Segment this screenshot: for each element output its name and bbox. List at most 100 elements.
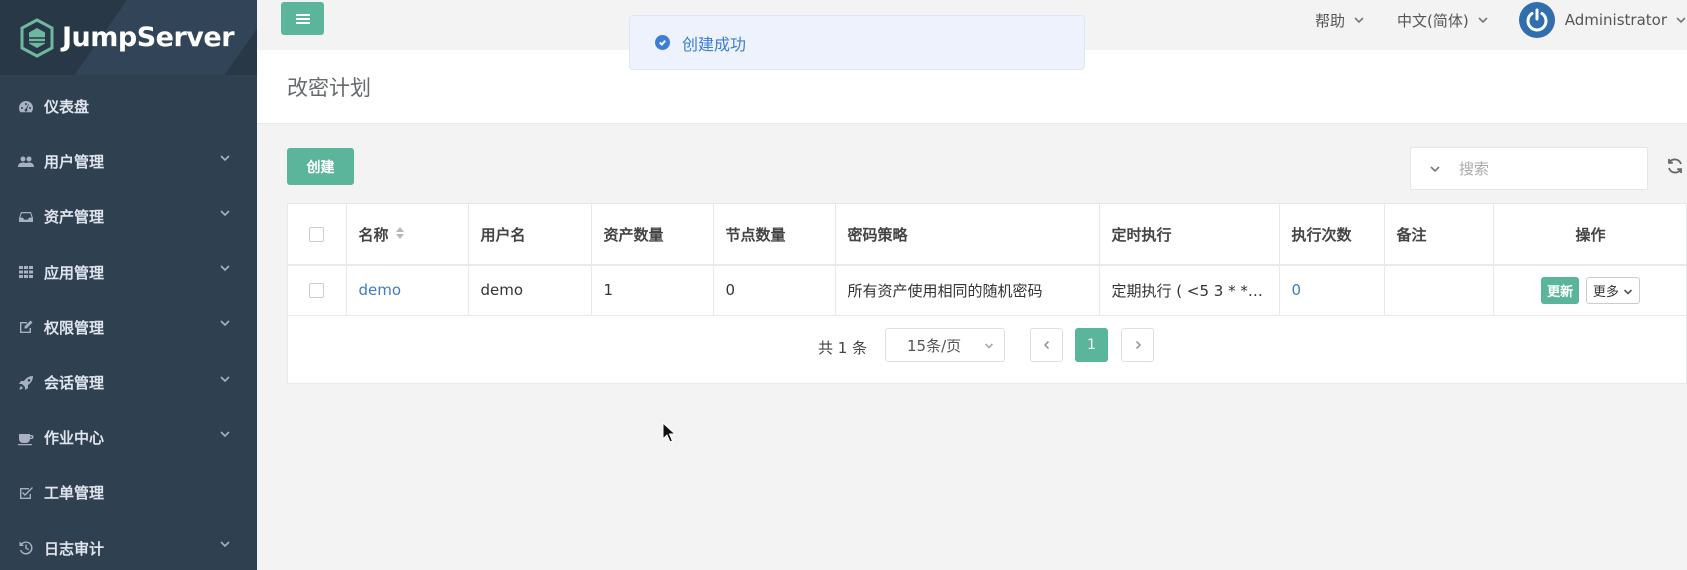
toast-message: 创建成功	[682, 34, 747, 54]
chevron-down-icon	[219, 317, 231, 333]
sidebar-item-label: 作业中心	[44, 429, 105, 448]
cell-username: demo	[468, 265, 592, 316]
sidebar-item-label: 工单管理	[44, 484, 105, 503]
column-header-name[interactable]: 名称	[346, 204, 469, 266]
sidebar: JumpServer 仪表盘 用户管理 资产管理 应用管理 权限管理 会话管理 …	[0, 0, 257, 570]
chevron-down-icon	[1623, 289, 1632, 295]
next-page-button[interactable]	[1121, 328, 1154, 362]
column-header-username: 用户名	[468, 204, 592, 266]
sidebar-item-label: 日志审计	[44, 539, 105, 558]
cell-schedule: 定期执行 ( <5 3 * * ...	[1099, 265, 1280, 316]
search-filter-dropdown[interactable]	[1429, 163, 1441, 175]
sidebar-item-jobs[interactable]: 作业中心	[0, 410, 257, 465]
chevron-down-icon	[1354, 17, 1364, 24]
exec-count-link[interactable]: 0	[1292, 281, 1302, 299]
grid-icon	[18, 264, 34, 280]
cell-actions: 更新 更多	[1493, 265, 1687, 316]
topbar-right: 帮助 中文(简体) Administrator	[1283, 0, 1687, 40]
column-header-node-count: 节点数量	[713, 204, 836, 266]
table-card: 名称 用户名 资产数量 节点数量 密码策略 定时执行 执行次数 备注 操作 de…	[287, 203, 1687, 384]
sidebar-item-tickets[interactable]: 工单管理	[0, 465, 257, 520]
page-number-current[interactable]: 1	[1075, 328, 1108, 362]
table-row: demo demo 1 0 所有资产使用相同的随机密码 定期执行 ( <5 3 …	[288, 265, 1687, 316]
coffee-icon	[18, 430, 34, 446]
chevron-down-icon	[219, 262, 231, 278]
jumpserver-logo-icon	[20, 17, 54, 58]
help-label: 帮助	[1315, 11, 1346, 30]
edit-icon	[18, 319, 34, 335]
chevron-down-icon	[219, 373, 231, 389]
search-box	[1410, 147, 1648, 190]
chevron-down-icon	[1676, 17, 1686, 24]
column-header-actions: 操作	[1493, 204, 1687, 266]
chevron-down-icon	[219, 207, 231, 223]
chevron-left-icon	[1043, 340, 1049, 350]
sidebar-item-assets[interactable]: 资产管理	[0, 189, 257, 244]
check-square-icon	[18, 485, 34, 501]
logo[interactable]: JumpServer	[0, 0, 257, 75]
chevron-right-icon	[1135, 340, 1141, 350]
history-icon	[18, 540, 34, 556]
power-icon	[1526, 8, 1548, 32]
create-button[interactable]: 创建	[287, 148, 354, 185]
column-header-asset-count: 资产数量	[591, 204, 714, 266]
row-checkbox[interactable]	[309, 283, 325, 299]
sidebar-item-dashboard[interactable]: 仪表盘	[0, 79, 257, 134]
language-menu[interactable]: 中文(简体)	[1397, 10, 1489, 31]
chevron-down-icon	[1430, 165, 1440, 172]
refresh-icon	[1668, 158, 1682, 174]
success-icon	[655, 35, 670, 50]
cell-node-count: 0	[713, 265, 836, 316]
refresh-button[interactable]	[1666, 157, 1684, 175]
table-header-row: 名称 用户名 资产数量 节点数量 密码策略 定时执行 执行次数 备注 操作	[288, 204, 1687, 266]
chevron-down-icon	[219, 538, 231, 554]
update-button[interactable]: 更新	[1541, 276, 1580, 304]
plan-name-link[interactable]: demo	[359, 281, 402, 299]
more-button[interactable]: 更多	[1585, 276, 1640, 304]
hamburger-icon	[295, 13, 310, 24]
cell-password-strategy: 所有资产使用相同的随机密码	[835, 265, 1100, 316]
menu-toggle-button[interactable]	[281, 2, 324, 35]
more-label: 更多	[1592, 284, 1619, 300]
dashboard-icon	[18, 99, 34, 115]
sidebar-item-applications[interactable]: 应用管理	[0, 245, 257, 300]
avatar[interactable]	[1518, 2, 1555, 38]
cell-comment	[1384, 265, 1494, 316]
page-title: 改密计划	[287, 76, 371, 100]
cell-name: demo	[346, 265, 469, 316]
page-size-select[interactable]: 15条/页	[885, 328, 1005, 362]
chevron-down-icon	[1478, 17, 1488, 24]
search-input[interactable]	[1459, 159, 1619, 178]
sort-icon[interactable]	[395, 226, 405, 244]
sidebar-nav: 仪表盘 用户管理 资产管理 应用管理 权限管理 会话管理 作业中心 工单管理 日…	[0, 79, 257, 570]
rocket-icon	[18, 375, 34, 391]
sidebar-item-label: 资产管理	[44, 208, 105, 227]
help-menu[interactable]: 帮助	[1315, 10, 1365, 31]
sidebar-item-audits[interactable]: 日志审计	[0, 521, 257, 570]
chevron-down-icon	[219, 152, 231, 168]
prev-page-button[interactable]	[1030, 328, 1063, 362]
cell-asset-count: 1	[591, 265, 714, 316]
sidebar-item-label: 用户管理	[44, 153, 105, 172]
user-name: Administrator	[1564, 11, 1667, 29]
inbox-icon	[18, 209, 34, 225]
chevron-down-icon	[219, 428, 231, 444]
user-menu[interactable]: Administrator	[1565, 11, 1687, 29]
sidebar-item-label: 应用管理	[44, 263, 105, 282]
chevron-down-icon	[984, 343, 994, 349]
users-icon	[18, 154, 34, 170]
sidebar-item-users[interactable]: 用户管理	[0, 134, 257, 189]
sidebar-item-label: 会话管理	[44, 374, 105, 393]
mouse-cursor-icon	[662, 422, 676, 443]
column-header-comment: 备注	[1384, 204, 1494, 266]
sidebar-item-sessions[interactable]: 会话管理	[0, 355, 257, 410]
column-header-label: 名称	[358, 225, 389, 244]
select-all-checkbox[interactable]	[309, 227, 325, 242]
column-header-schedule: 定时执行	[1099, 204, 1280, 266]
pagination: 共 1 条 15条/页 1	[288, 328, 1686, 364]
sidebar-item-label: 仪表盘	[44, 98, 90, 117]
brand-name: JumpServer	[62, 22, 235, 53]
pagination-total: 共 1 条	[818, 339, 868, 357]
sidebar-item-label: 权限管理	[44, 318, 105, 337]
sidebar-item-permissions[interactable]: 权限管理	[0, 300, 257, 355]
